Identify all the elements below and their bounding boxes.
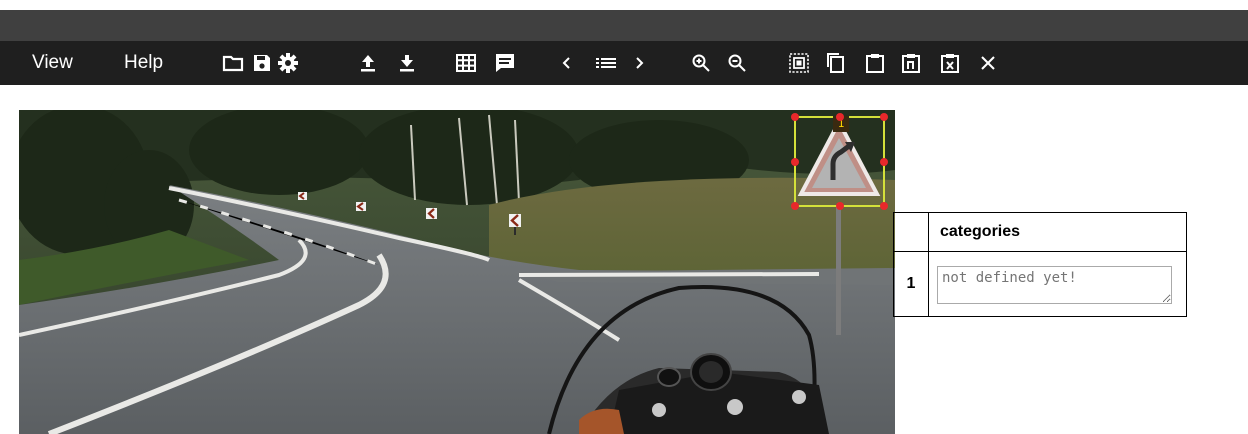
resize-handle-top[interactable] (836, 113, 844, 121)
paste-n-icon[interactable] (898, 50, 924, 76)
categories-cell (928, 251, 1187, 317)
comment-icon[interactable] (492, 50, 518, 76)
top-band (0, 0, 1248, 10)
menu-view[interactable]: View (32, 41, 73, 85)
road-scene-image (19, 110, 895, 434)
resize-handle-left[interactable] (791, 158, 799, 166)
region-id-cell: 1 (893, 251, 929, 317)
download-icon[interactable] (394, 50, 420, 76)
prev-icon[interactable] (553, 50, 579, 76)
copy-icon[interactable] (823, 50, 849, 76)
categories-input[interactable] (937, 265, 1172, 304)
resize-handle-top-left[interactable] (791, 113, 799, 121)
close-icon[interactable] (975, 50, 1001, 76)
settings-icon[interactable] (275, 50, 301, 76)
table-row: 1 (893, 251, 1187, 317)
resize-handle-bottom[interactable] (836, 202, 844, 210)
resize-handle-bottom-right[interactable] (880, 202, 888, 210)
region-bounding-box[interactable]: 1 (791, 113, 888, 210)
paste-icon[interactable] (862, 50, 888, 76)
table-header-id (893, 212, 929, 252)
image-canvas[interactable]: 1 (19, 110, 895, 434)
save-icon[interactable] (249, 50, 275, 76)
list-icon[interactable] (593, 50, 619, 76)
resize-handle-top-right[interactable] (880, 113, 888, 121)
zoom-out-icon[interactable] (724, 50, 750, 76)
table-header-categories: categories (928, 212, 1187, 252)
resize-handle-right[interactable] (880, 158, 888, 166)
paste-x-icon[interactable] (937, 50, 963, 76)
menu-help[interactable]: Help (124, 41, 163, 85)
table-header-row: categories (893, 212, 1187, 252)
zoom-in-icon[interactable] (688, 50, 714, 76)
menu-bar: View Help (0, 41, 1248, 85)
resize-handle-bottom-left[interactable] (791, 202, 799, 210)
region-attributes-table: categories 1 (893, 212, 1187, 317)
folder-open-icon[interactable] (220, 50, 246, 76)
next-icon[interactable] (627, 50, 653, 76)
grid-view-icon[interactable] (453, 50, 479, 76)
upload-icon[interactable] (355, 50, 381, 76)
select-all-icon[interactable] (786, 50, 812, 76)
title-bar (0, 10, 1248, 41)
